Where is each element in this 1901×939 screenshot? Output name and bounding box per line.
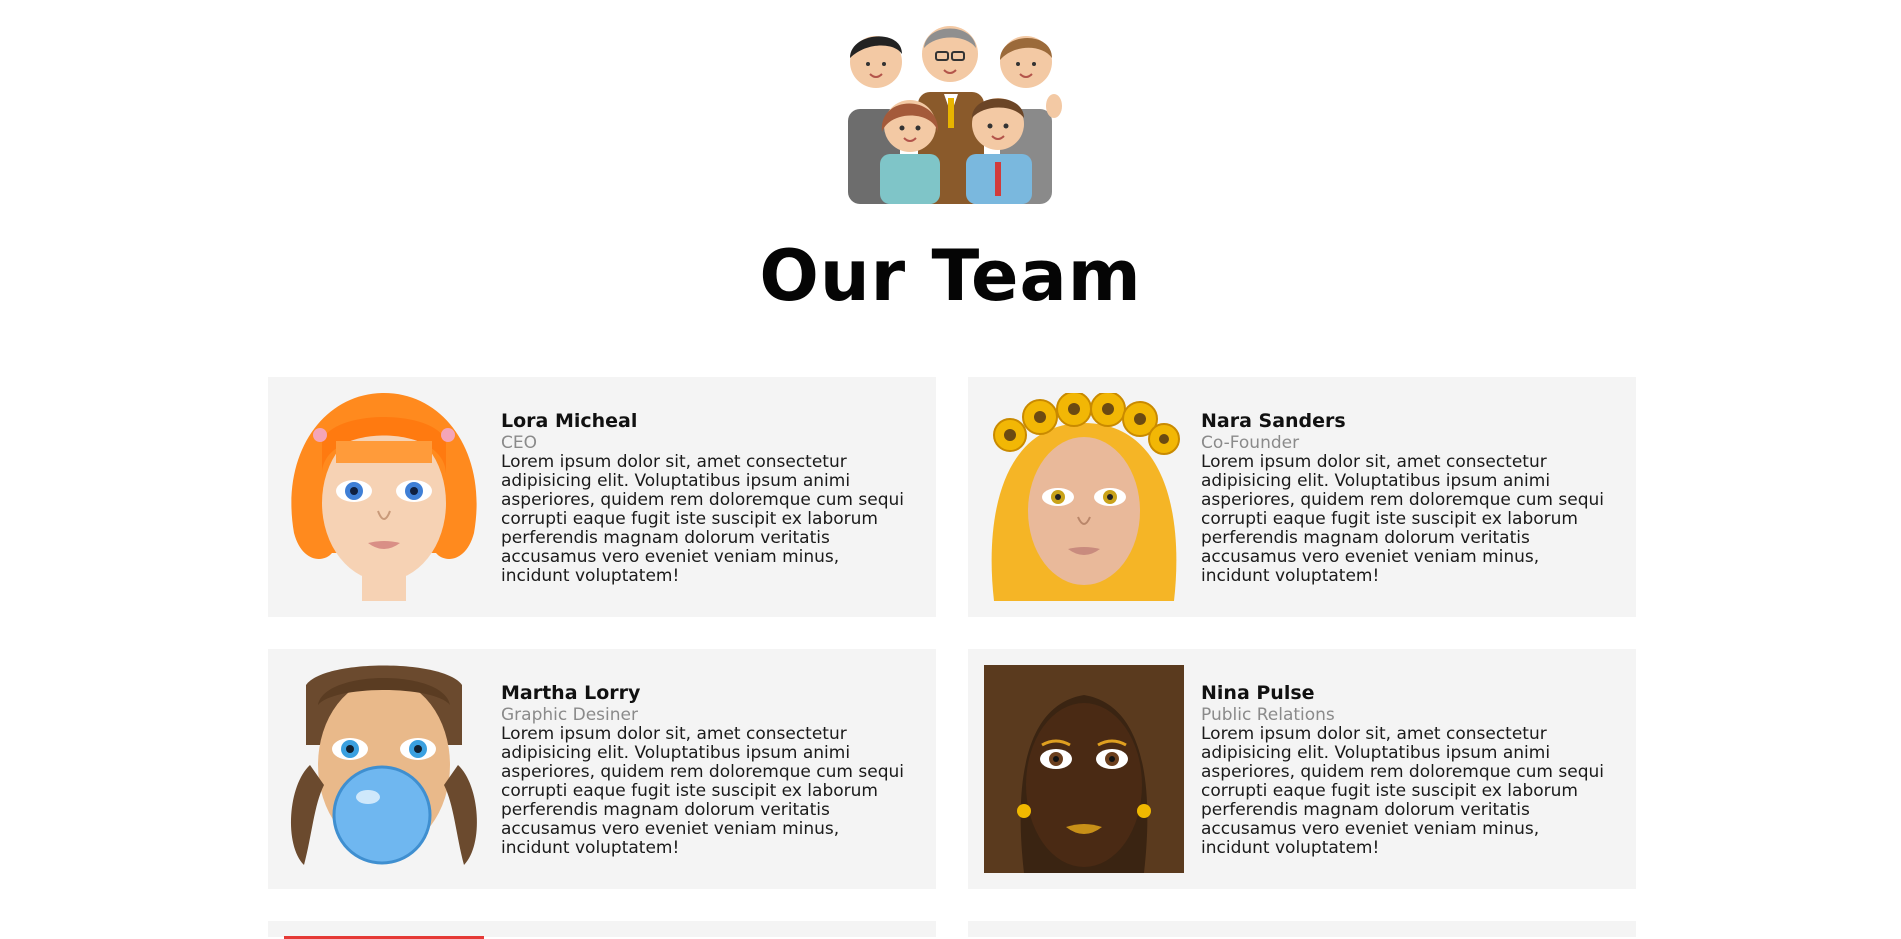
team-member-card (268, 921, 936, 939)
member-role: Public Relations (1201, 705, 1335, 725)
team-member-card: Nina Pulse Public Relations Lorem ipsum … (968, 649, 1636, 889)
team-group-illustration (848, 26, 1062, 204)
avatar (291, 665, 477, 865)
member-name: Nina Pulse (1201, 682, 1315, 704)
team-member-card: Lora Micheal CEO Lorem ipsum dolor sit, … (268, 377, 936, 617)
avatar (991, 393, 1180, 601)
member-name: Nara Sanders (1201, 410, 1346, 432)
member-name: Martha Lorry (501, 682, 641, 704)
avatar (291, 393, 477, 601)
member-bio: Lorem ipsum dolor sit, amet consectetur … (501, 452, 904, 586)
team-member-card: Nara Sanders Co-Founder Lorem ipsum dolo… (968, 377, 1636, 617)
member-role: Co-Founder (1201, 433, 1300, 453)
member-bio: Lorem ipsum dolor sit, amet consectetur … (501, 724, 904, 858)
member-role: Graphic Desiner (501, 705, 638, 725)
member-bio: Lorem ipsum dolor sit, amet consectetur … (1201, 452, 1604, 586)
member-info: Lora Micheal CEO Lorem ipsum dolor sit, … (501, 409, 906, 586)
member-info: Martha Lorry Graphic Desiner Lorem ipsum… (501, 681, 906, 858)
team-member-card (968, 921, 1636, 937)
team-page: Our Team Lora Micheal CEO Lorem ipsum do… (0, 0, 1901, 939)
member-role: CEO (501, 433, 537, 453)
member-info: Nina Pulse Public Relations Lorem ipsum … (1201, 681, 1606, 858)
member-name: Lora Micheal (501, 410, 638, 432)
member-bio: Lorem ipsum dolor sit, amet consectetur … (1201, 724, 1604, 858)
member-info: Nara Sanders Co-Founder Lorem ipsum dolo… (1201, 409, 1606, 586)
avatar (984, 665, 1184, 873)
page-title: Our Team (759, 235, 1142, 317)
team-member-card: Martha Lorry Graphic Desiner Lorem ipsum… (268, 649, 936, 889)
